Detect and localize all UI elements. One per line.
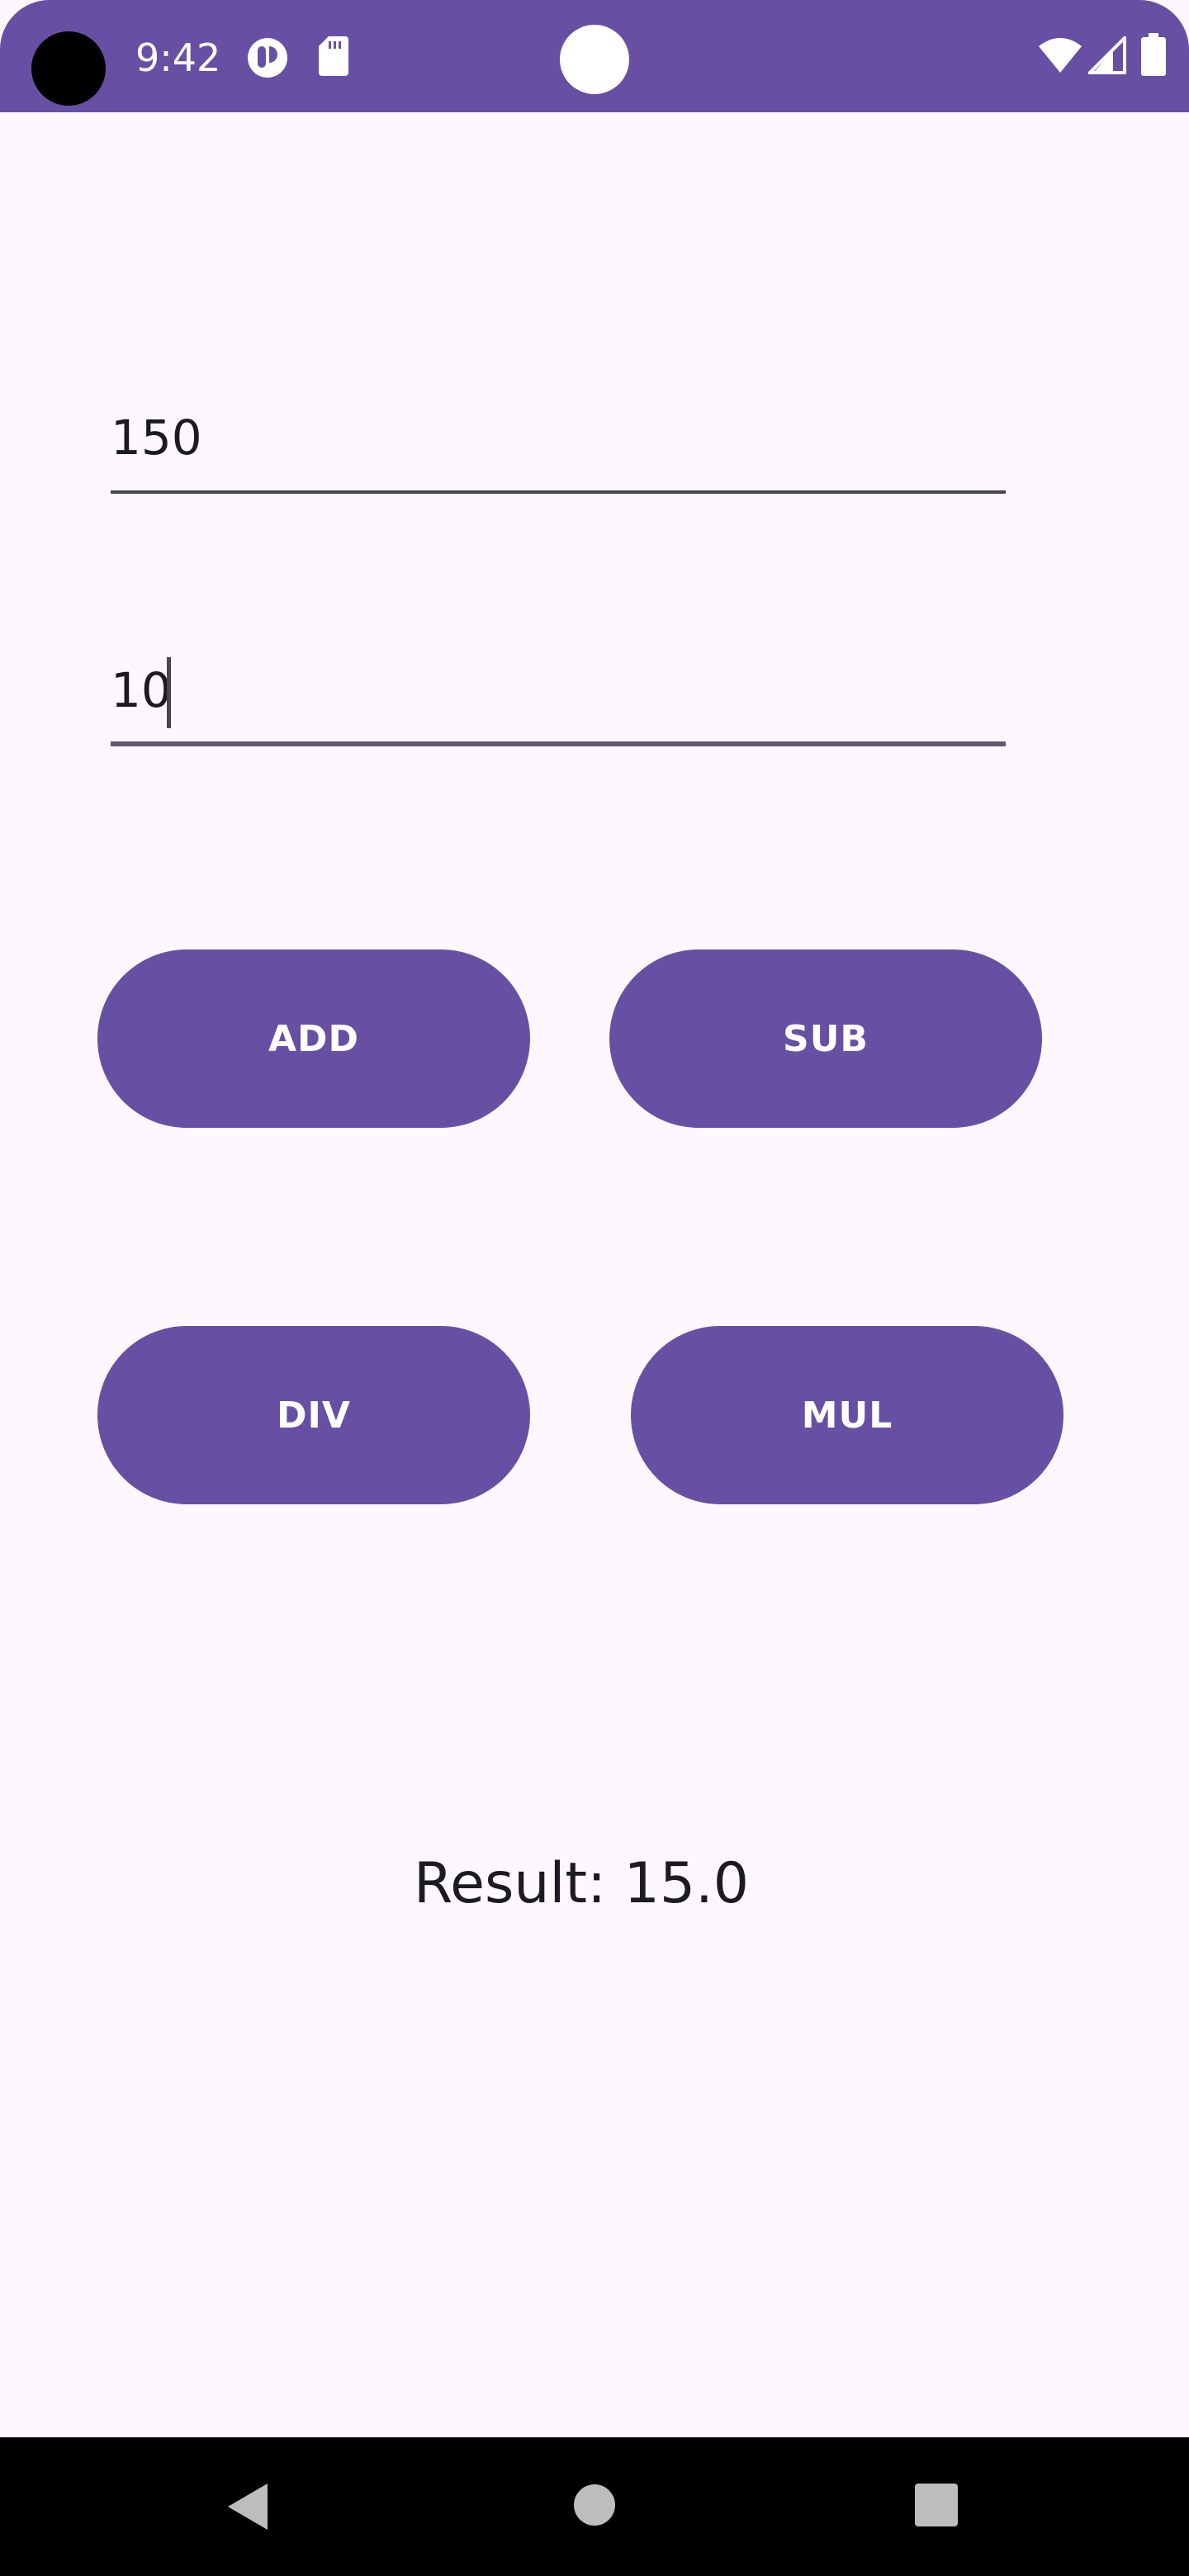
battery-icon (1141, 33, 1166, 76)
second-number-input[interactable] (111, 657, 1006, 723)
sub-button[interactable]: SUB (609, 949, 1042, 1128)
result-text: Result: 15.0 (413, 1851, 750, 1916)
first-number-field[interactable] (111, 405, 1006, 494)
second-number-underline (111, 741, 1006, 746)
signal-icon (1088, 36, 1126, 74)
status-time: 9:42 (135, 36, 221, 80)
wifi-icon (1039, 38, 1082, 73)
sd-card-icon (319, 36, 348, 76)
first-number-input[interactable] (111, 405, 1006, 471)
status-bar: 9:42 (0, 0, 1189, 112)
front-camera (560, 25, 629, 94)
assistant-icon (248, 38, 287, 78)
back-icon[interactable] (225, 2480, 271, 2533)
first-number-underline (111, 490, 1006, 494)
div-button[interactable]: DIV (97, 1326, 530, 1504)
add-button[interactable]: ADD (97, 949, 530, 1128)
mul-button[interactable]: MUL (631, 1326, 1063, 1504)
recents-icon[interactable] (915, 2484, 958, 2526)
home-icon[interactable] (573, 2484, 616, 2526)
camera-cutout (31, 31, 106, 106)
navigation-bar (0, 2437, 1189, 2576)
second-number-field[interactable] (111, 657, 1006, 746)
text-caret (167, 657, 171, 728)
